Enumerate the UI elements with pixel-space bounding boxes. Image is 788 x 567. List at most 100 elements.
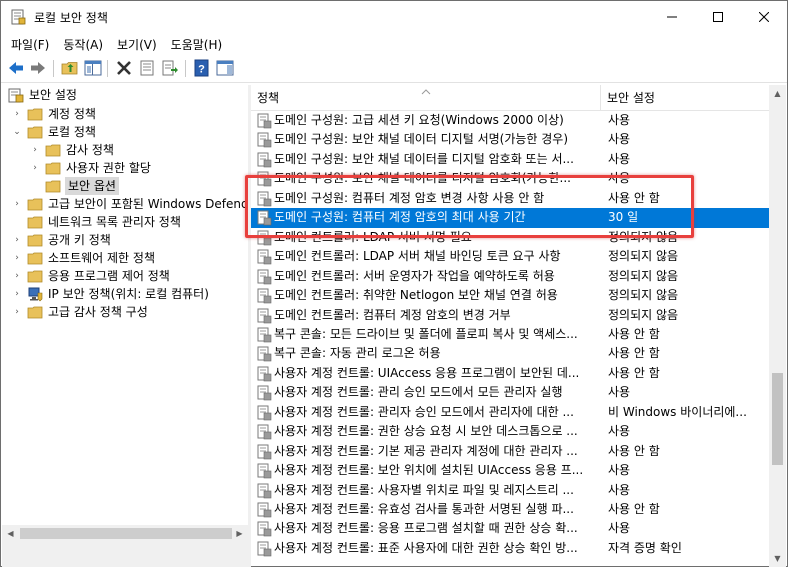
menu-action[interactable]: 동작(A) [54,33,108,54]
tree-item-advanced-audit-policy[interactable]: › 고급 감사 정책 구성 [2,303,248,321]
policy-name: 사용자 계정 컨트롤: 관리자 승인 모드에서 관리자에 대한 ... [274,404,574,419]
properties-button[interactable] [138,59,156,77]
tree-item-label: 보안 옵션 [65,177,119,195]
tree-item-security-options[interactable]: 보안 옵션 [2,177,248,195]
folder-icon [27,234,43,247]
policy-name: 도메인 구성원: 보안 채널 데이터를 디지털 암호화 또는 서... [274,151,574,166]
tree-horizontal-scrollbar[interactable]: ◀ ▶ [2,525,248,542]
expand-chevron-icon[interactable]: › [11,105,23,123]
up-one-level-button[interactable] [61,59,79,77]
close-button[interactable] [741,1,787,32]
expand-chevron-icon[interactable]: › [11,195,23,213]
policy-name: 사용자 계정 컨트롤: 응용 프로그램 설치할 때 권한 상승 확... [274,521,578,536]
policy-row[interactable]: 복구 콘솔: 자동 관리 로그온 허용 사용 안 함 [251,344,769,363]
folder-icon [27,252,43,265]
policy-row[interactable]: 사용자 계정 컨트롤: 권한 상승 요청 시 보안 데스크톱으로 ... 사용 [251,422,769,441]
policy-row[interactable]: 사용자 계정 컨트롤: UIAccess 응용 프로그램이 보안된 데... 사용… [251,364,769,383]
show-action-pane-button[interactable] [216,59,234,77]
export-list-button[interactable] [161,59,179,77]
policy-row[interactable]: 도메인 구성원: 보안 채널 데이터를 디지털 암호화 또는 서... 사용 [251,150,769,169]
folder-icon [45,162,61,175]
policy-setting-icon [257,541,272,557]
policy-row[interactable]: 도메인 컨트롤러: LDAP 서버 채널 바인딩 토큰 요구 사항 정의되지 않음 [251,247,769,266]
scrollbar-thumb[interactable] [772,373,783,465]
tree-item-label: 네트워크 목록 관리자 정책 [48,215,181,229]
tree-item-label: 소프트웨어 제한 정책 [48,251,155,265]
tree-item-user-rights-assignment[interactable]: › 사용자 권한 할당 [2,159,248,177]
delete-button[interactable] [115,59,133,77]
policy-row[interactable]: 사용자 계정 컨트롤: 기본 제공 관리자 계정에 대한 관리자 ... 사용 안… [251,442,769,461]
tree-item-software-restriction[interactable]: › 소프트웨어 제한 정책 [2,249,248,267]
tree-item-windows-defender-firewall[interactable]: › 고급 보안이 포함된 Windows Defend [2,195,248,213]
policy-setting-icon [257,463,272,479]
expand-chevron-icon[interactable]: › [29,159,41,177]
help-button[interactable]: ? [193,59,211,77]
tree-item-security-settings[interactable]: 보안 설정 [2,86,248,104]
close-icon [759,11,769,22]
policy-setting-icon [257,521,272,537]
policy-row[interactable]: 사용자 계정 컨트롤: 표준 사용자에 대한 권한 상승 확인 방... 자격 증… [251,539,769,558]
show-hide-tree-icon [84,60,102,76]
policy-setting-icon [257,132,272,148]
tree-item-application-control[interactable]: › 응용 프로그램 제어 정책 [2,267,248,285]
scroll-down-arrow-icon[interactable]: ▼ [769,550,786,567]
tree-item-local-policies[interactable]: ⌄ 로컬 정책 [2,123,248,141]
policy-name: 도메인 구성원: 고급 세션 키 요청(Windows 2000 이상) [274,113,564,127]
minimize-icon [667,16,677,17]
ip-security-icon [28,287,43,302]
folder-icon [27,306,43,319]
tree-item-account-policies[interactable]: › 계정 정책 [2,105,248,123]
policy-name: 도메인 컨트롤러: 컴퓨터 계정 암호의 변경 거부 [274,307,511,322]
policy-row[interactable]: 도메인 컨트롤러: 서버 운영자가 작업을 예약하도록 허용 정의되지 않음 [251,267,769,286]
tree-item-label: 공개 키 정책 [48,233,111,247]
show-action-pane-icon [216,60,234,76]
policy-row[interactable]: 사용자 계정 컨트롤: 사용자별 위치로 파일 및 레지스트리 ... 사용 [251,481,769,500]
tree-item-ip-security-policies[interactable]: › IP 보안 정책(위치: 로컬 컴퓨터) [2,285,248,303]
policy-row[interactable]: 사용자 계정 컨트롤: 보안 위치에 설치된 UIAccess 응용 프... 사… [251,461,769,480]
column-header-security-setting[interactable]: 보안 설정 [601,85,769,111]
policy-row[interactable]: 사용자 계정 컨트롤: 유효성 검사를 통과한 서명된 실행 파... 사용 안 … [251,500,769,519]
local-security-policy-window: 로컬 보안 정책 파일(F) 동작(A) 보기(V) 도움말(H) ? 보안 설… [0,0,788,567]
policy-row[interactable]: 도메인 구성원: 보안 채널 데이터 디지털 서명(가능한 경우) 사용 [251,130,769,149]
policy-setting-value: 비 Windows 바이너리에... [608,404,747,419]
scroll-up-arrow-icon[interactable]: ▲ [769,85,786,102]
tree-item-label: 고급 감사 정책 구성 [48,305,148,319]
show-hide-tree-button[interactable] [84,59,102,77]
expand-chevron-icon[interactable]: › [11,231,23,249]
tree-item-network-list-manager[interactable]: 네트워크 목록 관리자 정책 [2,213,248,231]
policy-list-view: 정책 보안 설정 도메인 구성원: 고급 세션 키 요청(Windows 200… [251,85,769,567]
expand-chevron-icon[interactable]: › [11,285,23,303]
collapse-chevron-icon[interactable]: ⌄ [11,123,23,141]
scrollbar-thumb[interactable] [20,528,232,539]
policy-row[interactable]: 복구 콘솔: 모든 드라이브 및 폴더에 플로피 복사 및 액세스... 사용 안… [251,325,769,344]
policy-row[interactable]: 사용자 계정 컨트롤: 관리자 승인 모드에서 관리자에 대한 ... 비 Win… [251,403,769,422]
scroll-right-arrow-icon[interactable]: ▶ [231,525,248,542]
policy-row[interactable]: 도메인 구성원: 고급 세션 키 요청(Windows 2000 이상) 사용 [251,111,769,130]
list-vertical-scrollbar[interactable]: ▲ ▼ [769,85,786,567]
scroll-left-arrow-icon[interactable]: ◀ [2,525,19,542]
maximize-button[interactable] [695,1,741,32]
expand-chevron-icon[interactable]: › [29,141,41,159]
tree-item-label: 고급 보안이 포함된 Windows Defend [48,197,248,211]
toolbar: ? [1,55,787,83]
policy-row[interactable]: 사용자 계정 컨트롤: 관리 승인 모드에서 모든 관리자 실행 사용 [251,383,769,402]
tree-item-public-key-policies[interactable]: › 공개 키 정책 [2,231,248,249]
forward-button[interactable] [29,59,47,77]
menu-help[interactable]: 도움말(H) [162,33,228,54]
minimize-button[interactable] [649,1,695,32]
expand-chevron-icon[interactable]: › [11,249,23,267]
policy-row[interactable]: 도메인 컨트롤러: 컴퓨터 계정 암호의 변경 거부 정의되지 않음 [251,306,769,325]
policy-row[interactable]: 도메인 컨트롤러: 취약한 Netlogon 보안 채널 연결 허용 정의되지 않… [251,286,769,305]
back-button[interactable] [7,59,25,77]
expand-chevron-icon[interactable]: › [11,267,23,285]
menu-file[interactable]: 파일(F) [1,33,54,54]
policy-setting-value: 사용 [608,482,631,497]
menu-view[interactable]: 보기(V) [108,33,162,54]
tree-item-audit-policy[interactable]: › 감사 정책 [2,141,248,159]
column-header-policy[interactable]: 정책 [251,85,601,111]
expand-chevron-icon[interactable]: › [11,303,23,321]
maximize-icon [713,11,723,22]
policy-row[interactable]: 사용자 계정 컨트롤: 응용 프로그램 설치할 때 권한 상승 확... 사용 [251,519,769,538]
folder-icon [27,270,43,283]
console-tree: 보안 설정 › 계정 정책 ⌄ 로컬 정책 › 감사 정책 › 사용자 권한 할… [2,85,248,542]
